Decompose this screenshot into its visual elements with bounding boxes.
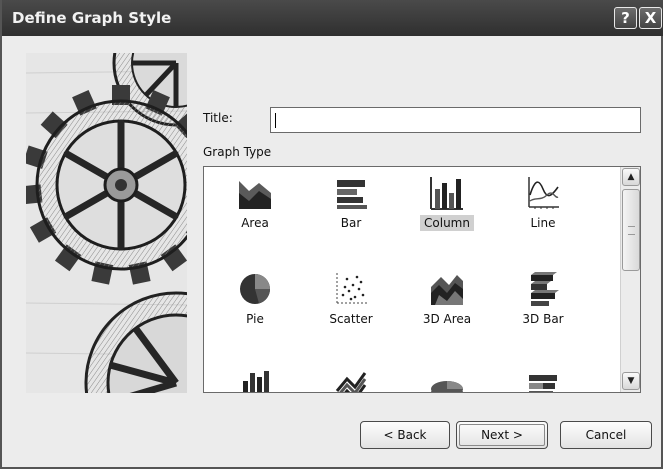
next-button[interactable]: Next > [456,421,548,449]
help-button[interactable]: ? [614,7,637,29]
scroll-down-button[interactable]: ▼ [622,372,640,390]
title-bar: Define Graph Style ? X [2,0,663,36]
graph-type-scatter[interactable]: Scatter [303,267,399,363]
graph-type-scrollbar[interactable]: ▲ ▼ [620,167,640,392]
graph-type-label-scatter: Scatter [329,312,373,326]
back-button[interactable]: < Back [360,421,450,449]
scrollbar-thumb[interactable] [622,189,640,271]
graph-type-grid: Area Bar Column Line Pie Scatter 3D Area… [204,167,618,392]
3d-column-chart-icon [243,371,269,392]
graph-type-3d-area[interactable]: 3D Area [399,267,495,363]
3d-bar-chart-icon [531,272,559,306]
graph-type-label-3d-area: 3D Area [422,312,472,326]
close-button[interactable]: X [639,7,662,29]
line-chart-icon [528,177,559,209]
area-chart-icon [239,181,271,209]
title-label: Title: [203,111,233,125]
3d-area-chart-icon [431,275,463,305]
graph-type-label-bar: Bar [340,216,362,230]
graph-type-label-area: Area [241,216,269,230]
dialog-title: Define Graph Style [12,9,172,27]
bar-chart-icon [337,180,367,209]
graph-type-list[interactable]: Area Bar Column Line Pie Scatter 3D Area… [203,166,641,393]
scroll-up-button[interactable]: ▲ [622,168,640,186]
scatter-chart-icon [336,273,367,304]
graph-type-bar[interactable]: Bar [303,171,399,267]
3d-line-chart-icon [335,372,367,392]
column-chart-icon [430,177,463,210]
cancel-button[interactable]: Cancel [560,421,652,449]
title-input[interactable] [270,107,641,133]
gears-illustration [26,53,187,393]
graph-type-label-pie: Pie [246,312,264,326]
graph-type-label: Graph Type [203,145,272,159]
graph-type-column[interactable]: Column [399,171,495,267]
pie-chart-icon [240,274,271,304]
graph-type-label-3d-bar: 3D Bar [522,312,564,326]
graph-type-line[interactable]: Line [495,171,591,267]
graph-type-3d-pie[interactable] [399,363,495,392]
3d-pie-chart-icon [431,381,463,392]
graph-type-label-column: Column [420,215,474,231]
text-caret [275,113,276,128]
graph-type-label-line: Line [530,216,556,230]
graph-type-3d-bar[interactable]: 3D Bar [495,267,591,363]
graph-type-area[interactable]: Area [207,171,303,267]
graph-type-3d-line[interactable] [303,363,399,392]
define-graph-style-dialog: Define Graph Style ? X Title: Graph Type… [0,0,663,469]
graph-type-3d-column[interactable] [207,363,303,392]
graph-type-stacked-bar[interactable] [495,363,591,392]
graph-type-pie[interactable]: Pie [207,267,303,363]
stacked-bar-chart-icon [529,375,557,392]
